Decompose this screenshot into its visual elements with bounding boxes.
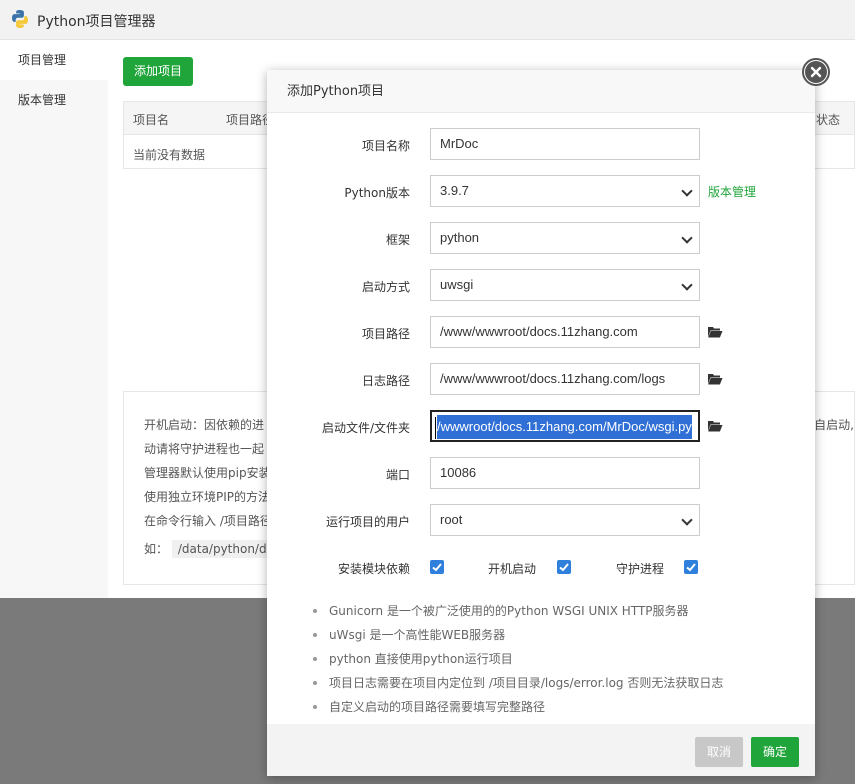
python-version-value: 3.9.7 [440,183,469,198]
label-daemon: 守护进程 [616,562,665,576]
folder-open-icon[interactable] [707,326,723,338]
label-start-mode: 启动方式 [361,280,410,294]
note-line: 在命令行输入 /项目路径 [144,514,272,528]
tip-item: 项目日志需要在项目内定位到 /项目目录/logs/error.log 否则无法获… [309,675,723,699]
close-dialog-button[interactable] [802,58,830,86]
check-icon [559,563,569,572]
note-line: 开机启动：因依赖的进 [144,418,265,432]
folder-open-icon[interactable] [707,373,723,385]
tip-item: 自定义启动的项目路径需要填写完整路径 [309,699,723,723]
label-project-path: 项目路径 [361,327,410,341]
tip-item: python 直接使用python运行项目 [309,651,723,675]
label-autostart: 开机启动 [488,562,537,576]
table-empty-text: 当前没有数据 [133,148,206,162]
tips-list: Gunicorn 是一个被广泛使用的的Python WSGI UNIX HTTP… [309,603,723,723]
framework-value: python [440,230,480,245]
startup-file-input[interactable]: /wwwroot/docs.11zhang.com/MrDoc/wsgi.py [430,410,700,442]
tip-item: Gunicorn 是一个被广泛使用的的Python WSGI UNIX HTTP… [309,603,723,627]
label-port: 端口 [385,468,410,482]
note-example-label: 如： [144,542,169,556]
framework-select[interactable]: python [430,222,700,254]
label-log-path: 日志路径 [361,374,410,388]
port-input[interactable]: 10086 [430,457,700,489]
dialog-footer: 取消 确定 [267,724,815,776]
app-title: Python项目管理器 [37,14,156,30]
label-python-version: Python版本 [344,186,410,200]
label-run-user: 运行项目的用户 [325,515,410,529]
python-logo-icon [12,10,28,28]
add-project-button[interactable]: 添加项目 [123,57,193,86]
label-framework: 框架 [385,233,410,247]
sidebar-item-projects[interactable]: 项目管理 [0,40,108,80]
start-mode-value: uwsgi [440,277,474,292]
start-mode-select[interactable]: uwsgi [430,269,700,301]
dialog-title: 添加Python项目 [267,70,815,113]
check-icon [432,563,442,572]
confirm-button[interactable]: 确定 [751,737,799,767]
note-line-right: 自启动, [814,418,854,432]
note-line: 管理器默认使用pip安装 [144,466,271,480]
project-path-input[interactable]: /www/wwwroot/docs.11zhang.com [430,316,700,348]
sidebar: 项目管理 版本管理 [0,40,108,600]
text-cursor [435,416,436,439]
project-name-input[interactable]: MrDoc [430,128,700,160]
sidebar-item-versions[interactable]: 版本管理 [0,80,108,120]
daemon-checkbox[interactable] [684,560,698,574]
autostart-checkbox[interactable] [557,560,571,574]
log-path-input[interactable]: /www/wwwroot/docs.11zhang.com/logs [430,363,700,395]
add-project-dialog: 添加Python项目 项目名称 MrDoc Python版本 3.9.7 版本管… [267,70,815,776]
run-user-value: root [440,512,463,527]
close-icon [805,61,827,83]
check-icon [686,563,696,572]
version-manage-link[interactable]: 版本管理 [708,183,756,200]
run-user-select[interactable]: root [430,504,700,536]
column-project-name: 项目名 [133,113,170,127]
label-install-deps: 安装模块依赖 [338,562,411,576]
python-version-select[interactable]: 3.9.7 [430,175,700,207]
tip-item: uWsgi 是一个高性能WEB服务器 [309,627,723,651]
label-startup-file: 启动文件/文件夹 [321,421,410,435]
folder-open-icon[interactable] [707,420,723,432]
cancel-button[interactable]: 取消 [695,737,743,767]
startup-file-value: /wwwroot/docs.11zhang.com/MrDoc/wsgi.py [437,415,692,439]
label-project-name: 项目名称 [361,139,410,153]
note-line: 如： /data/python/d [144,540,273,558]
note-line: 动请将守护进程也一起 [144,442,265,456]
column-status: 状态 [816,113,841,127]
app-header: Python项目管理器 [0,0,855,40]
note-example-code: /data/python/d [171,540,273,558]
install-deps-checkbox[interactable] [430,560,444,574]
note-line: 使用独立环境PIP的方法 [144,490,271,504]
